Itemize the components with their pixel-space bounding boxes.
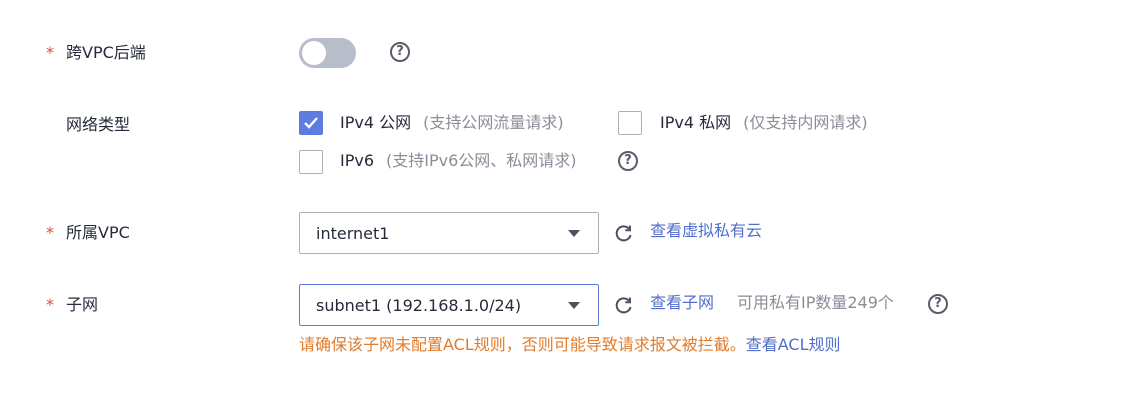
question-circle-icon[interactable]: ? (618, 151, 638, 171)
ipv4-private-note: (仅支持内网请求) (743, 113, 868, 132)
cross-vpc-label: 跨VPC后端 (66, 43, 146, 62)
required-mark: * (46, 295, 54, 314)
ipv6-checkbox[interactable] (299, 150, 323, 174)
vpc-select[interactable]: internet1 (299, 212, 599, 254)
ipv4-private-label: IPv4 私网 (660, 113, 732, 132)
check-icon (304, 117, 318, 129)
ipv4-public-checkbox[interactable] (299, 111, 323, 135)
acl-warning: 请确保该子网未配置ACL规则，否则可能导致请求报文被拦截。查看ACL规则 (299, 334, 841, 356)
ipv4-public-label: IPv4 公网 (340, 113, 412, 132)
subnet-label: 子网 (66, 295, 99, 314)
refresh-icon[interactable] (614, 223, 634, 243)
available-ip-count: 可用私有IP数量249个 (737, 293, 894, 312)
ipv4-private-checkbox[interactable] (618, 111, 642, 135)
view-subnet-link[interactable]: 查看子网 (650, 292, 714, 314)
subnet-select[interactable]: subnet1 (192.168.1.0/24) (299, 284, 599, 326)
vpc-selected-value: internet1 (316, 224, 390, 243)
ipv4-public-note: (支持公网流量请求) (423, 113, 564, 132)
question-circle-icon[interactable]: ? (928, 294, 948, 314)
caret-down-icon (568, 302, 580, 309)
ipv6-label: IPv6 (340, 151, 375, 170)
view-vpc-link[interactable]: 查看虚拟私有云 (650, 220, 762, 242)
ipv6-note: (支持IPv6公网、私网请求) (386, 151, 577, 170)
question-circle-icon[interactable]: ? (390, 42, 410, 62)
ipv4-public-option: IPv4 公网 (支持公网流量请求) (340, 112, 564, 134)
subnet-selected-value: subnet1 (192.168.1.0/24) (316, 296, 522, 315)
ipv6-option: IPv6 (支持IPv6公网、私网请求) (340, 150, 577, 172)
cross-vpc-toggle[interactable] (299, 38, 356, 68)
view-acl-link[interactable]: 查看ACL规则 (746, 335, 841, 354)
caret-down-icon (568, 230, 580, 237)
vpc-label: 所属VPC (66, 223, 130, 242)
ipv4-private-option: IPv4 私网 (仅支持内网请求) (660, 112, 868, 134)
toggle-knob (302, 41, 326, 65)
required-mark: * (46, 223, 54, 242)
acl-warning-text: 请确保该子网未配置ACL规则，否则可能导致请求报文被拦截。 (299, 335, 746, 354)
network-type-label: 网络类型 (66, 115, 131, 134)
required-mark: * (46, 43, 54, 62)
refresh-icon[interactable] (614, 295, 634, 315)
